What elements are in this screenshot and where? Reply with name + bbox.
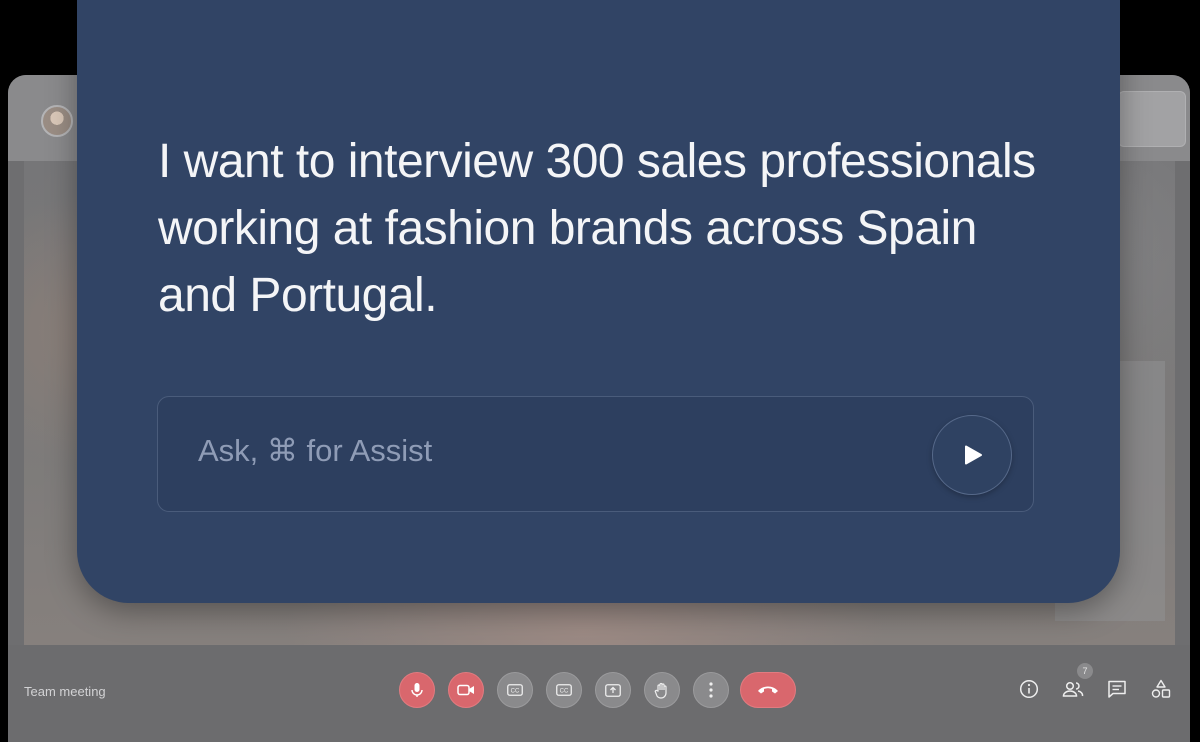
play-icon — [965, 445, 982, 465]
phone-hangup-icon — [758, 686, 778, 694]
call-controls: CC CC — [399, 672, 809, 708]
info-button[interactable] — [1017, 677, 1041, 701]
meeting-side-tools: 7 — [997, 663, 1173, 701]
ask-input-box[interactable] — [157, 396, 1034, 512]
cc-icon: CC — [556, 684, 572, 696]
people-icon — [1062, 681, 1084, 697]
info-icon — [1019, 679, 1039, 699]
raise-hand-button[interactable] — [644, 672, 680, 708]
people-button[interactable]: 7 — [1061, 663, 1093, 701]
present-button[interactable] — [595, 672, 631, 708]
chat-button[interactable] — [1105, 677, 1129, 701]
meeting-title: Team meeting — [24, 684, 106, 699]
more-vertical-icon — [709, 682, 713, 698]
activities-button[interactable] — [1149, 677, 1173, 701]
ask-input[interactable] — [196, 427, 900, 475]
hand-icon — [654, 682, 667, 699]
video-camera-icon — [457, 684, 474, 696]
chat-icon — [1108, 680, 1126, 698]
present-screen-icon — [605, 683, 621, 697]
assistant-card: I want to interview 300 sales profession… — [77, 0, 1120, 603]
top-bar-panel — [1118, 91, 1186, 147]
svg-text:CC: CC — [511, 689, 520, 695]
microphone-button[interactable] — [399, 672, 435, 708]
send-button[interactable] — [932, 415, 1012, 495]
avatar[interactable] — [41, 105, 73, 137]
activities-icon — [1151, 679, 1171, 698]
mic-icon — [411, 683, 423, 697]
cc-icon: CC — [507, 684, 523, 696]
svg-text:CC: CC — [560, 689, 569, 695]
prompt-text: I want to interview 300 sales profession… — [158, 135, 1036, 322]
camera-button[interactable] — [448, 672, 484, 708]
end-call-button[interactable] — [740, 672, 796, 708]
participant-count-badge: 7 — [1077, 663, 1093, 679]
meeting-control-bar: Team meeting CC CC 7 — [8, 645, 1190, 742]
captions-button[interactable]: CC — [497, 672, 533, 708]
captions-secondary-button[interactable]: CC — [546, 672, 582, 708]
more-options-button[interactable] — [693, 672, 729, 708]
